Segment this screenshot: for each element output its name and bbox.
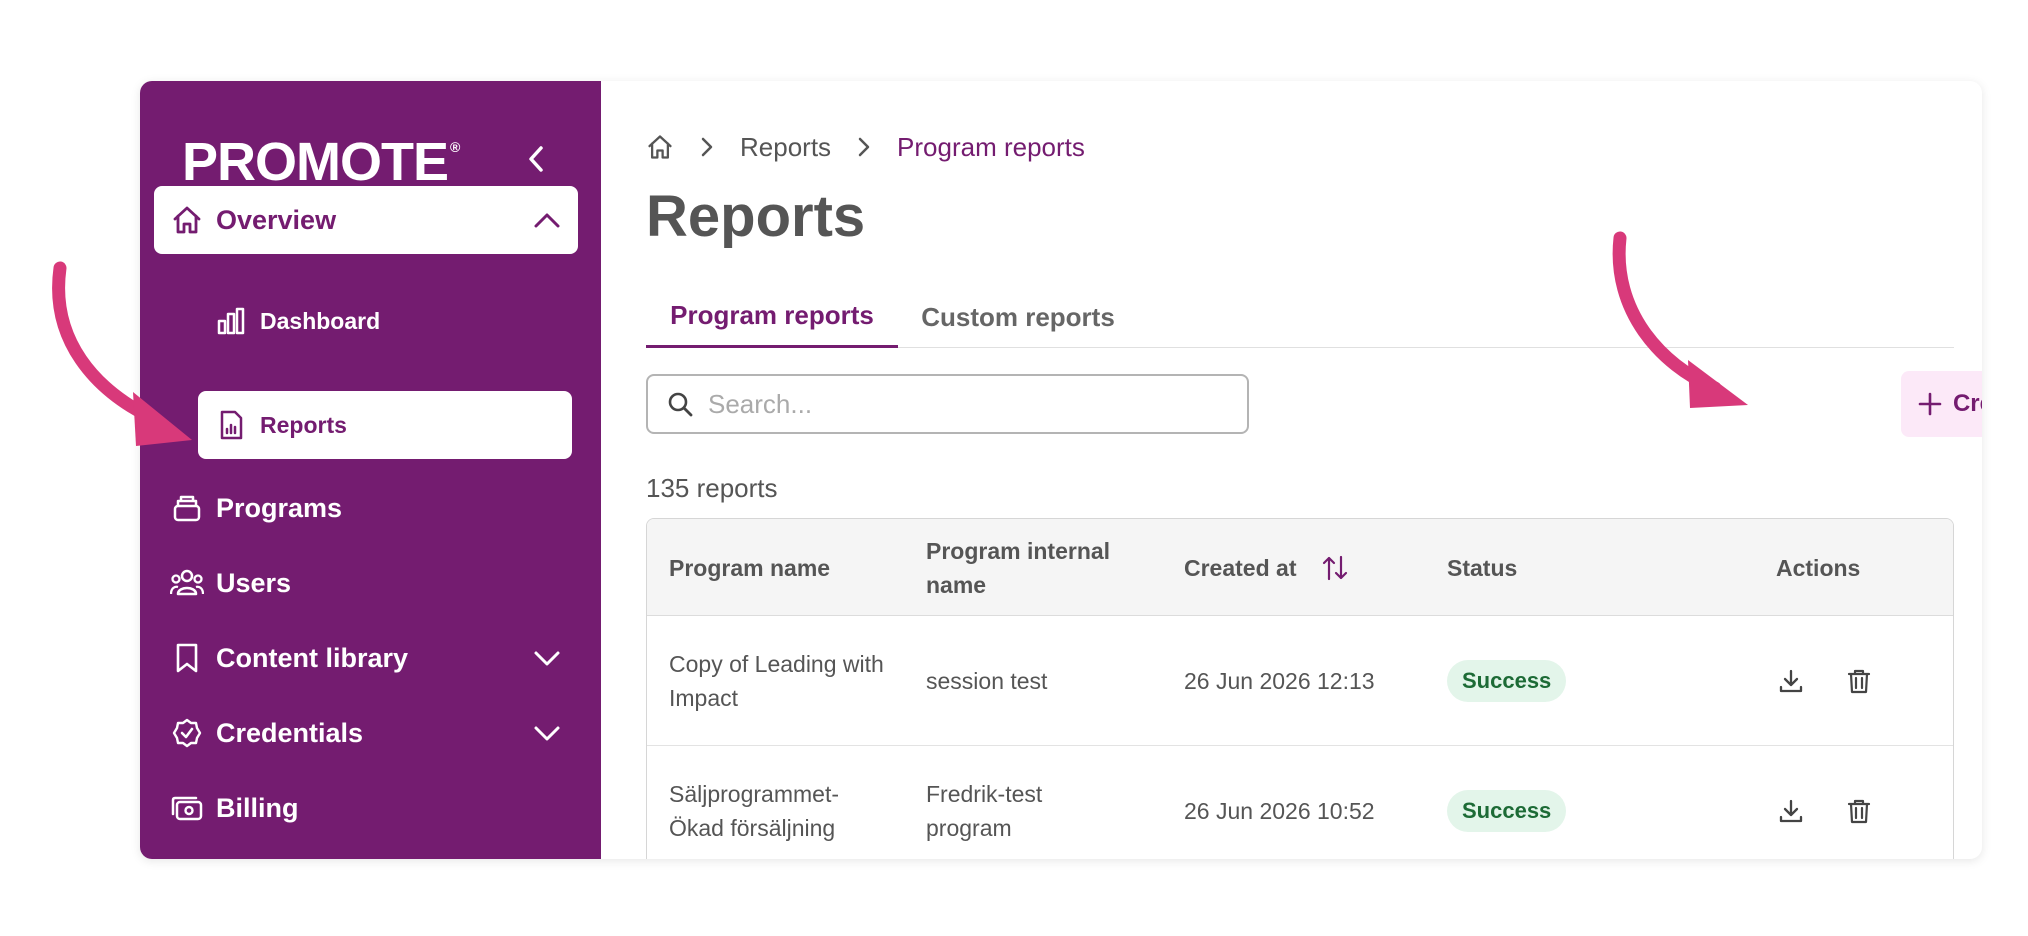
breadcrumb: Reports Program reports bbox=[646, 127, 1085, 167]
create-new-button[interactable]: Create new bbox=[1901, 371, 1982, 437]
sidebar-item-billing[interactable]: Billing bbox=[154, 774, 578, 842]
reports-table: Program name Program internal name Creat… bbox=[646, 518, 1954, 859]
bar-chart-icon bbox=[214, 304, 248, 338]
download-icon bbox=[1779, 799, 1803, 823]
sidebar-item-programs[interactable]: Programs bbox=[154, 474, 578, 542]
sidebar-item-reports[interactable]: Reports bbox=[198, 391, 572, 459]
home-icon bbox=[648, 135, 672, 159]
cell-status: Success bbox=[1447, 616, 1627, 746]
stack-icon bbox=[170, 491, 204, 525]
users-icon bbox=[170, 566, 204, 600]
column-header-program-internal-name[interactable]: Program internal name bbox=[926, 519, 1126, 616]
sidebar: PROMOTE ® Overview Dashboard Reports Pro… bbox=[140, 81, 601, 859]
sidebar-item-dashboard[interactable]: Dashboard bbox=[198, 287, 572, 355]
breadcrumb-item-program-reports: Program reports bbox=[897, 131, 1085, 162]
tab-bar: Program reports Custom reports bbox=[646, 286, 1954, 348]
cell-internal-name: Fredrik-test program bbox=[926, 781, 1043, 841]
delete-button[interactable] bbox=[1839, 661, 1879, 701]
table-row: Copy of Leading with Impact session test… bbox=[647, 616, 1953, 746]
bookmark-icon bbox=[170, 641, 204, 675]
trash-icon bbox=[1847, 669, 1871, 694]
page-title: Reports bbox=[646, 184, 866, 249]
cash-icon bbox=[170, 791, 204, 825]
sidebar-item-label: Programs bbox=[216, 492, 343, 523]
download-icon bbox=[1779, 669, 1803, 693]
cell-status: Success bbox=[1447, 746, 1627, 859]
logo-text: PROMOTE bbox=[182, 132, 449, 192]
app-window: PROMOTE ® Overview Dashboard Reports Pro… bbox=[140, 81, 1982, 859]
chevron-left-icon bbox=[529, 146, 543, 172]
delete-button[interactable] bbox=[1839, 791, 1879, 831]
badge-check-icon bbox=[170, 716, 204, 750]
sidebar-item-label: Content library bbox=[216, 642, 409, 673]
tab-custom-reports[interactable]: Custom reports bbox=[910, 286, 1126, 348]
create-new-label: Create new bbox=[1952, 390, 1982, 417]
collapse-sidebar-button[interactable] bbox=[516, 139, 556, 179]
chevron-right-icon bbox=[857, 136, 871, 158]
chevron-up-icon[interactable] bbox=[532, 205, 562, 235]
sidebar-item-overview[interactable]: Overview bbox=[154, 186, 578, 254]
trash-icon bbox=[1847, 799, 1871, 824]
sidebar-item-label: Billing bbox=[216, 792, 299, 823]
cell-actions bbox=[1771, 616, 1911, 746]
sidebar-item-label: Overview bbox=[216, 204, 337, 235]
search-input[interactable] bbox=[708, 388, 1228, 420]
sidebar-item-label: Dashboard bbox=[260, 307, 381, 334]
chevron-down-icon[interactable] bbox=[532, 643, 562, 673]
chevron-right-icon bbox=[700, 136, 714, 158]
sidebar-item-content-library[interactable]: Content library bbox=[154, 624, 578, 692]
column-header-created-at[interactable]: Created at bbox=[1184, 519, 1384, 616]
column-header-label: Created at bbox=[1184, 554, 1297, 581]
column-header-actions: Actions bbox=[1776, 554, 1861, 581]
breadcrumb-home[interactable] bbox=[646, 133, 674, 161]
status-badge: Success bbox=[1447, 660, 1567, 702]
search-box bbox=[646, 374, 1249, 434]
cell-created-at: 26 Jun 2026 10:52 bbox=[1184, 798, 1375, 824]
sidebar-item-label: Reports bbox=[260, 411, 347, 438]
sort-icon[interactable] bbox=[1320, 553, 1350, 583]
cell-program-name: Säljprogrammet-Ökad försäljning bbox=[669, 781, 839, 841]
status-badge: Success bbox=[1447, 790, 1567, 832]
cell-created-at: 26 Jun 2026 12:13 bbox=[1184, 668, 1375, 694]
cell-actions bbox=[1771, 746, 1911, 859]
cell-internal-name: session test bbox=[926, 668, 1048, 694]
sidebar-item-users[interactable]: Users bbox=[154, 549, 578, 617]
report-icon bbox=[214, 408, 248, 442]
column-header-program-name[interactable]: Program name bbox=[669, 519, 889, 616]
tab-program-reports[interactable]: Program reports bbox=[646, 286, 898, 348]
search-icon bbox=[668, 392, 693, 417]
logo-registered-mark: ® bbox=[450, 139, 460, 155]
sidebar-item-label: Users bbox=[216, 567, 292, 598]
breadcrumb-item-reports[interactable]: Reports bbox=[740, 132, 831, 163]
main-content: Reports Program reports Reports Program … bbox=[601, 81, 1982, 859]
logo: PROMOTE ® bbox=[182, 131, 460, 193]
report-count: 135 reports bbox=[646, 473, 778, 503]
plus-icon bbox=[1917, 391, 1943, 417]
column-header-status: Status bbox=[1447, 554, 1518, 581]
home-icon bbox=[170, 203, 204, 237]
table-row: Säljprogrammet-Ökad försäljning Fredrik-… bbox=[647, 746, 1953, 859]
sidebar-item-credentials[interactable]: Credentials bbox=[154, 699, 578, 767]
download-button[interactable] bbox=[1771, 791, 1811, 831]
download-button[interactable] bbox=[1771, 661, 1811, 701]
sidebar-item-label: Credentials bbox=[216, 717, 364, 748]
chevron-down-icon[interactable] bbox=[532, 718, 562, 748]
cell-program-name: Copy of Leading with Impact bbox=[669, 651, 884, 711]
table-header: Program name Program internal name Creat… bbox=[647, 519, 1953, 616]
